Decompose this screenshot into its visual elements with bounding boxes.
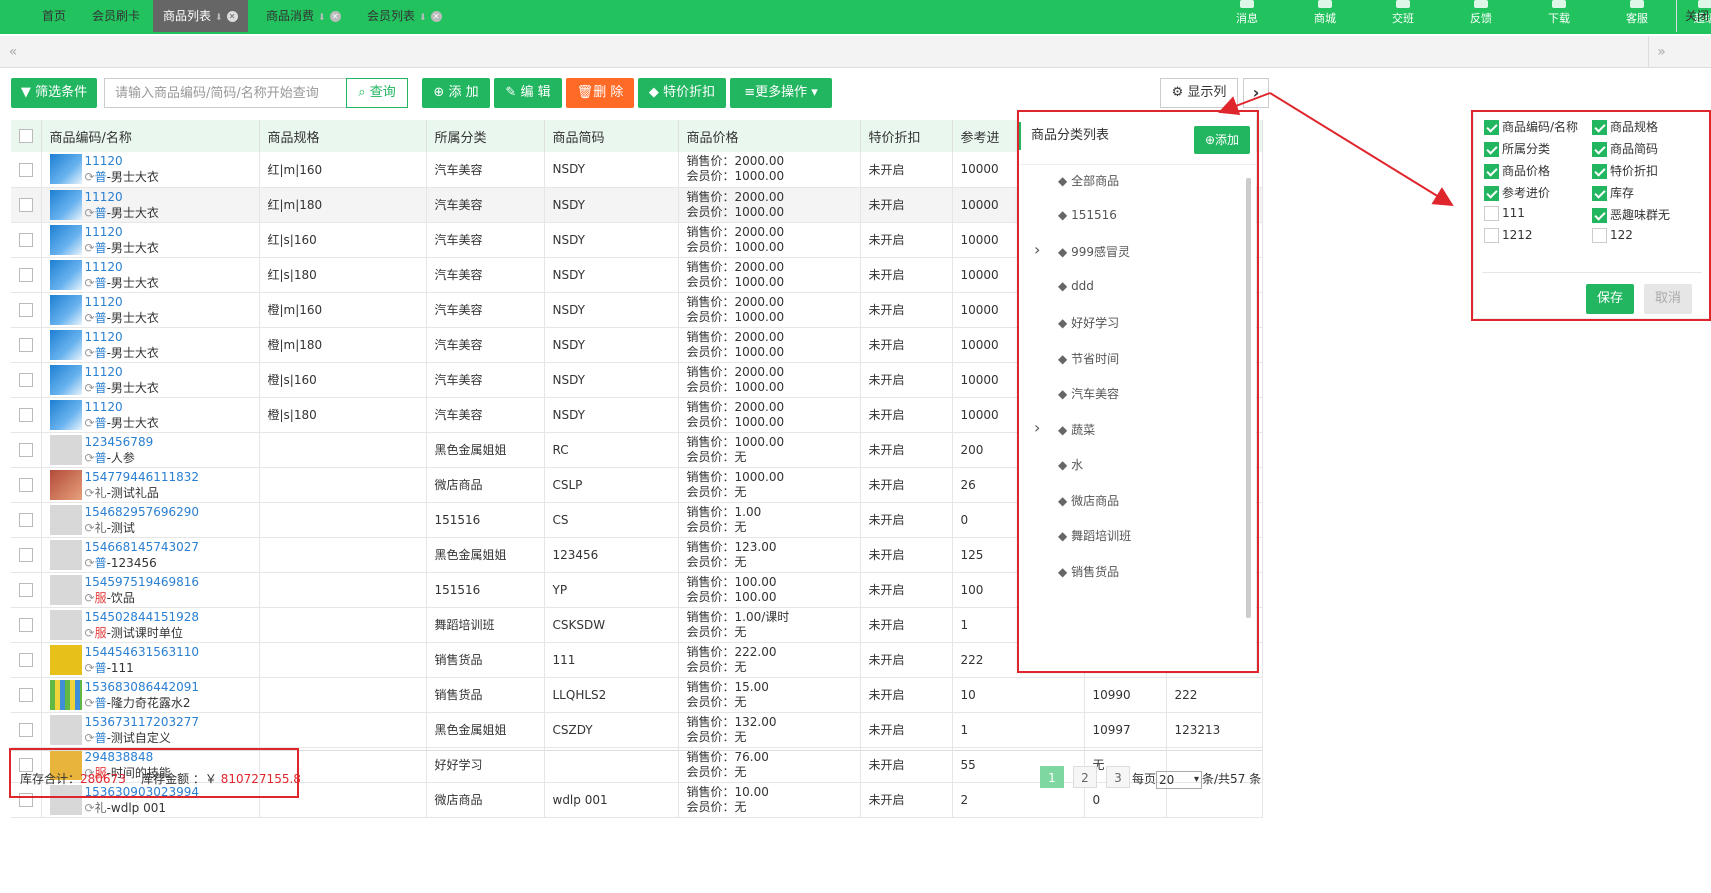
annotation-arrows (1218, 92, 1454, 207)
